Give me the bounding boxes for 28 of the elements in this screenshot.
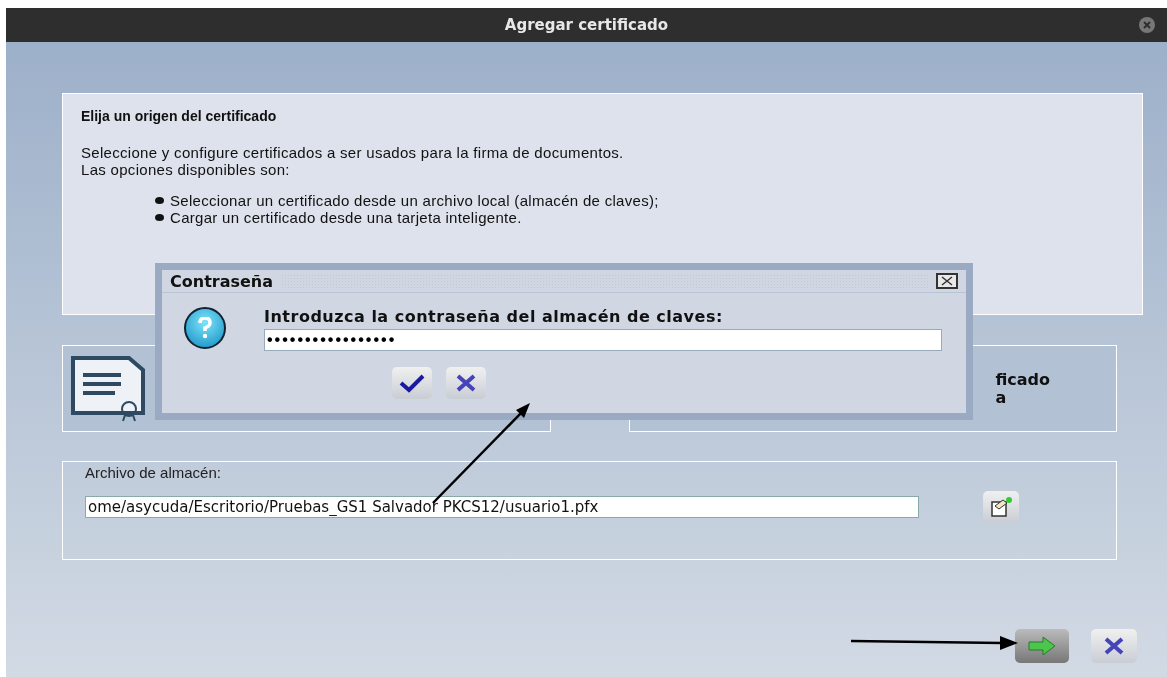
cancel-button[interactable] [446,367,486,399]
browse-button[interactable] [983,491,1019,523]
path-field[interactable]: ome/asycuda/Escritorio/Pruebas_GS1 Salvador PKCS12/usuario1.pfx [85,496,919,518]
cancel-button[interactable] [1091,629,1137,663]
question-icon [184,307,226,349]
close-icon [1103,637,1125,655]
close-icon [941,276,953,286]
folder-edit-icon [989,496,1013,518]
confirm-button[interactable] [392,367,432,399]
card-label: a [995,388,1007,407]
panel-heading: Elija un origen del certificado [81,108,278,124]
password-prompt: Introduzca la contraseña del almacén de claves: [264,307,724,326]
description-text: Las opciones disponibles son: [81,161,291,178]
password-field[interactable]: ••••••••••••••••• [264,329,942,351]
bullet-icon [155,197,164,204]
close-button[interactable] [936,273,958,289]
dialog-title: Contraseña [170,271,274,291]
close-icon [455,374,477,392]
bullet-icon [155,214,164,221]
bullet-text: Cargar un certificado desde una tarjeta inteligente. [170,209,522,226]
card-label: ficado [995,370,1050,389]
field-label: Archivo de almacén: [85,464,222,481]
close-icon [1143,21,1151,29]
window-title: Agregar certificado [504,16,669,34]
checkmark-icon [399,373,425,393]
right-arrow-icon [1027,636,1057,656]
description-text: Seleccione y configure certificados a ser usados para la firma de documentos. [81,144,625,161]
bullet-text: Seleccionar un certificado desde un archivo local (almacén de claves); [170,192,659,209]
